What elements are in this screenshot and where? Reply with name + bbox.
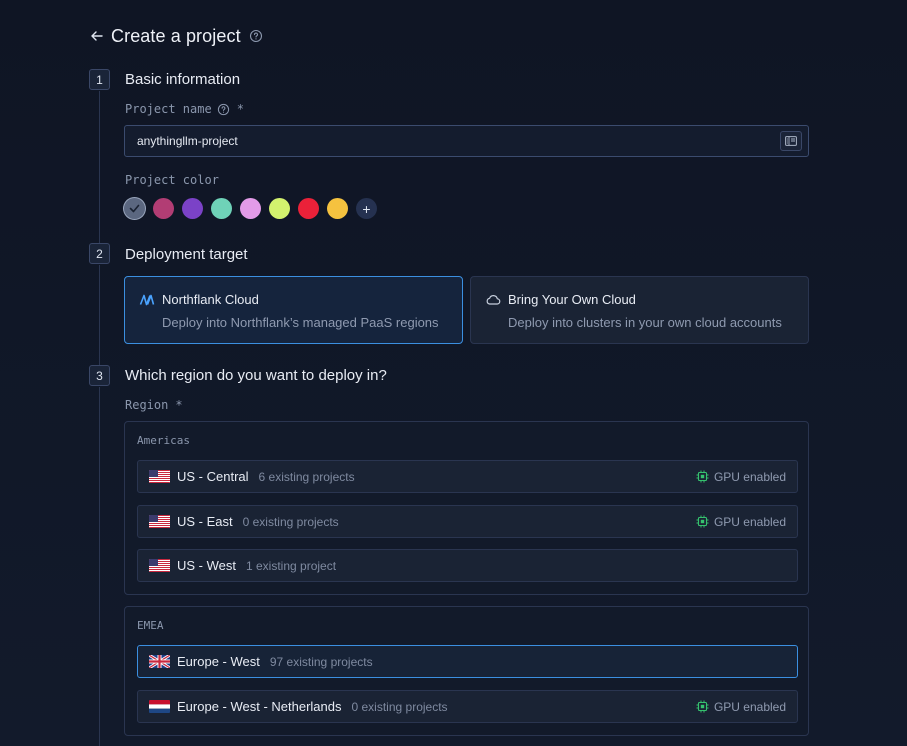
template-icon[interactable] xyxy=(780,131,802,151)
required-mark: * xyxy=(236,102,244,116)
project-name-input[interactable]: anythingllm-project xyxy=(124,125,809,157)
project-name-value: anythingllm-project xyxy=(137,134,238,148)
step-connector xyxy=(99,265,100,365)
step-connector xyxy=(99,387,100,746)
back-arrow-icon[interactable] xyxy=(89,28,105,44)
add-color-button[interactable]: + xyxy=(356,198,377,219)
color-swatch[interactable] xyxy=(298,198,319,219)
us-flag-icon xyxy=(149,470,170,483)
region-group-label: Americas xyxy=(137,434,190,447)
chip-icon xyxy=(696,700,709,713)
northflank-cloud-option[interactable]: Northflank Cloud Deploy into Northflank’… xyxy=(124,276,463,344)
color-swatch[interactable] xyxy=(240,198,261,219)
step-number-1: 1 xyxy=(89,69,110,90)
gpu-badge: GPU enabled xyxy=(696,700,786,714)
region-name: US - Central xyxy=(177,469,249,484)
color-swatch[interactable] xyxy=(211,198,232,219)
region-project-count: 6 existing projects xyxy=(258,469,355,484)
region-project-count: 97 existing projects xyxy=(269,654,373,669)
step-number-3: 3 xyxy=(89,365,110,386)
page-title: Create a project xyxy=(111,25,241,46)
help-icon[interactable] xyxy=(249,29,263,43)
region-option-europe-west-netherlands[interactable]: Europe - West - Netherlands 0 existing p… xyxy=(137,690,798,723)
region-label: Region * xyxy=(125,398,183,412)
page-header: Create a project xyxy=(89,24,263,48)
region-project-count: 1 existing project xyxy=(246,558,337,573)
byoc-description: Deploy into clusters in your own cloud a… xyxy=(508,315,782,330)
step-title-basic-information: Basic information xyxy=(125,71,241,88)
color-swatch[interactable] xyxy=(153,198,174,219)
northflank-cloud-title: Northflank Cloud xyxy=(162,292,259,307)
required-mark: * xyxy=(175,398,183,412)
color-swatch-selected[interactable] xyxy=(124,198,145,219)
region-group-label: EMEA xyxy=(137,619,164,632)
region-name: US - East xyxy=(177,514,233,529)
help-icon[interactable] xyxy=(217,103,230,116)
color-picker: + xyxy=(124,198,377,219)
region-project-count: 0 existing projects xyxy=(351,699,448,714)
cloud-icon xyxy=(485,294,501,306)
region-name: US - West xyxy=(177,558,236,573)
byoc-title: Bring Your Own Cloud xyxy=(508,292,636,307)
bring-your-own-cloud-option[interactable]: Bring Your Own Cloud Deploy into cluster… xyxy=(470,276,809,344)
region-project-count: 0 existing projects xyxy=(242,514,339,529)
us-flag-icon xyxy=(149,515,170,528)
chip-icon xyxy=(696,515,709,528)
region-option-europe-west[interactable]: Europe - West 97 existing projects xyxy=(137,645,798,678)
chip-icon xyxy=(696,470,709,483)
gpu-badge: GPU enabled xyxy=(696,470,786,484)
step-title-deployment-target: Deployment target xyxy=(125,246,248,263)
region-option-us-central[interactable]: US - Central 6 existing projects GPU ena… xyxy=(137,460,798,493)
region-group-emea: EMEA Europe - West 97 existing projects … xyxy=(124,606,809,736)
color-swatch[interactable] xyxy=(182,198,203,219)
step-connector xyxy=(99,91,100,243)
northflank-cloud-description: Deploy into Northflank’s managed PaaS re… xyxy=(162,315,439,330)
us-flag-icon xyxy=(149,559,170,572)
check-icon xyxy=(129,204,140,213)
northflank-logo-icon xyxy=(139,294,155,306)
region-group-americas: Americas US - Central 6 existing project… xyxy=(124,421,809,595)
project-color-label: Project color xyxy=(125,173,219,187)
color-swatch[interactable] xyxy=(327,198,348,219)
project-name-label: Project name * xyxy=(125,102,244,116)
color-swatch[interactable] xyxy=(269,198,290,219)
region-option-us-east[interactable]: US - East 0 existing projects GPU enable… xyxy=(137,505,798,538)
region-option-us-west[interactable]: US - West 1 existing project xyxy=(137,549,798,582)
uk-flag-icon xyxy=(149,655,170,668)
region-name: Europe - West xyxy=(177,654,260,669)
netherlands-flag-icon xyxy=(149,700,170,713)
region-name: Europe - West - Netherlands xyxy=(177,699,342,714)
step-title-region: Which region do you want to deploy in? xyxy=(125,367,387,384)
gpu-badge: GPU enabled xyxy=(696,515,786,529)
step-number-2: 2 xyxy=(89,243,110,264)
